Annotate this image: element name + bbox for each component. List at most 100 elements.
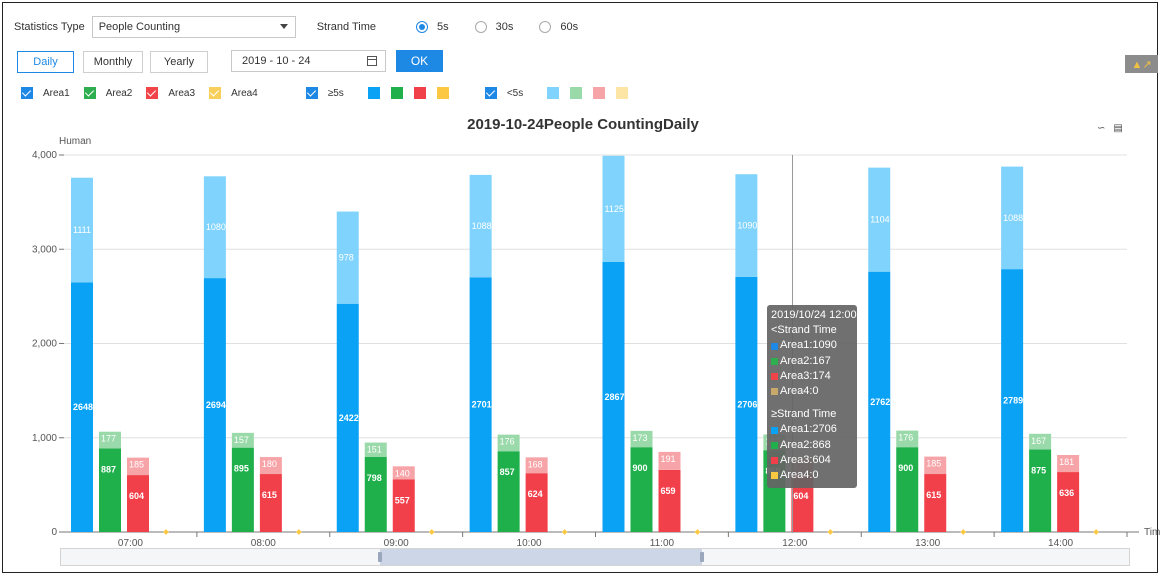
ok-button[interactable]: OK [396, 50, 443, 72]
bar-segment-ge [364, 456, 387, 532]
series-swatch [771, 388, 778, 396]
legend-label: Area2 [105, 87, 133, 99]
data-label: 168 [528, 459, 543, 469]
chevron-down-icon [279, 24, 288, 29]
chart-title: 2019-10-24People CountingDaily [467, 116, 699, 133]
data-label: 2789 [1003, 396, 1023, 406]
data-label: 2701 [472, 400, 492, 410]
data-label: 624 [528, 489, 543, 499]
data-label: 177 [101, 434, 116, 444]
data-label: 798 [367, 473, 382, 483]
data-label: 604 [793, 491, 808, 501]
statistics-type-select[interactable]: People Counting [91, 16, 296, 38]
date-picker[interactable]: 2019 - 10 - 24 [231, 50, 386, 72]
strand-option-label: 5s [437, 21, 449, 33]
bar-zero-marker [1093, 529, 1099, 535]
chart-zoom-slider[interactable] [60, 548, 1130, 566]
strand-radio-30s[interactable]: 30s [474, 21, 514, 33]
tooltip-value: Area2:868 [780, 438, 831, 451]
legend-label: Area4 [231, 87, 258, 99]
swatch-ge-area2 [390, 87, 403, 99]
tooltip-item: Area1:1090 [771, 338, 853, 353]
tooltip-item: Area3:174 [771, 369, 853, 384]
legend-area2[interactable]: Area2 [83, 87, 133, 99]
people-counting-chart: 2019-10-24People CountingDaily Human Tim 0 1… [32, 116, 1160, 549]
data-label: 557 [395, 496, 410, 506]
tooltip-item: Area4:0 [771, 384, 853, 399]
legend-lt-strand[interactable]: <5s [484, 87, 523, 99]
data-label: 978 [339, 253, 354, 263]
series-legend: Area1 Area2 Area3 Area4 ≥5s <5s [21, 86, 639, 100]
data-label: 176 [500, 437, 515, 447]
strand-radio-5s[interactable]: 5s [416, 21, 449, 33]
data-label: 167 [1031, 436, 1046, 446]
checkbox-checked-icon [146, 87, 159, 99]
series-swatch [771, 357, 778, 365]
data-label: 1088 [1003, 213, 1023, 223]
tooltip-value: Area3:174 [780, 369, 831, 382]
bar-zero-marker [827, 529, 834, 535]
tooltip-item: Area2:868 [771, 438, 853, 453]
zoom-window[interactable] [380, 549, 702, 565]
bar-segment-ge [497, 451, 520, 532]
bar-zero-marker [960, 529, 967, 535]
y-tick-label: 1,000 [32, 433, 57, 444]
strand-option-label: 30s [495, 21, 514, 33]
tooltip-value: Area3:604 [780, 453, 831, 466]
tooltip-title: 2019/10/24 12:00 [771, 309, 857, 321]
legend-label: Area1 [43, 87, 70, 99]
zoom-handle-right[interactable] [700, 552, 704, 562]
tooltip-value: Area2:167 [780, 354, 831, 367]
checkbox-checked-icon [209, 87, 222, 99]
data-label: 636 [1059, 488, 1074, 498]
data-label: 604 [129, 491, 144, 501]
data-label: 887 [101, 464, 116, 474]
data-label: 191 [661, 454, 676, 464]
y-axis-label: Human [59, 136, 91, 147]
legend-area1[interactable]: Area1 [21, 87, 70, 99]
strand-time-options: 5s 30s 60s [396, 21, 578, 33]
bar-segment-ge [259, 474, 282, 532]
bar-segment-ge [658, 469, 681, 532]
bar-zero-marker [163, 529, 169, 535]
zoom-handle-left[interactable] [378, 552, 382, 562]
tooltip-item: Area2:167 [771, 354, 853, 369]
data-label: 2422 [339, 413, 359, 423]
bar-zero-marker [296, 529, 302, 535]
data-label: 173 [633, 433, 648, 443]
legend-area3[interactable]: Area3 [146, 87, 195, 99]
swatch-lt-area2 [570, 87, 583, 99]
series-swatch [771, 342, 778, 350]
export-icon[interactable]: ▲↗ [1125, 55, 1158, 73]
data-label: 659 [661, 486, 676, 496]
tab-daily[interactable]: Daily [17, 51, 74, 73]
data-label: 2867 [605, 392, 625, 402]
strand-radio-60s[interactable]: 60s [539, 21, 578, 33]
data-label: 615 [262, 490, 277, 500]
legend-ge-strand[interactable]: ≥5s [305, 87, 344, 99]
data-label: 1090 [737, 221, 757, 231]
radio-icon [474, 21, 487, 33]
tab-monthly[interactable]: Monthly [83, 51, 143, 73]
data-label: 185 [926, 459, 941, 469]
bar-segment-ge [896, 447, 919, 532]
bar-segment-ge [630, 447, 653, 532]
data-label: 151 [367, 445, 382, 455]
y-tick-label: 2,000 [32, 339, 57, 350]
y-tick-label: 3,000 [32, 244, 57, 255]
series-swatch [771, 472, 778, 480]
statistics-type-label: Statistics Type [14, 21, 85, 33]
y-tick-label: 0 [51, 527, 57, 538]
data-label: 2648 [73, 402, 93, 412]
strand-time-label: Strand Time [316, 21, 377, 33]
legend-area4[interactable]: Area4 [209, 87, 258, 99]
tooltip-item: Area3:604 [771, 453, 853, 468]
series-swatch [771, 456, 778, 464]
series-swatch [771, 441, 778, 449]
data-label: 2762 [870, 397, 890, 407]
tab-yearly[interactable]: Yearly [150, 51, 208, 73]
data-label: 1125 [605, 204, 624, 214]
checkbox-checked-icon [484, 87, 497, 99]
data-label: 185 [129, 460, 144, 470]
tooltip-ge-header: ≥Strand Time [771, 408, 837, 421]
